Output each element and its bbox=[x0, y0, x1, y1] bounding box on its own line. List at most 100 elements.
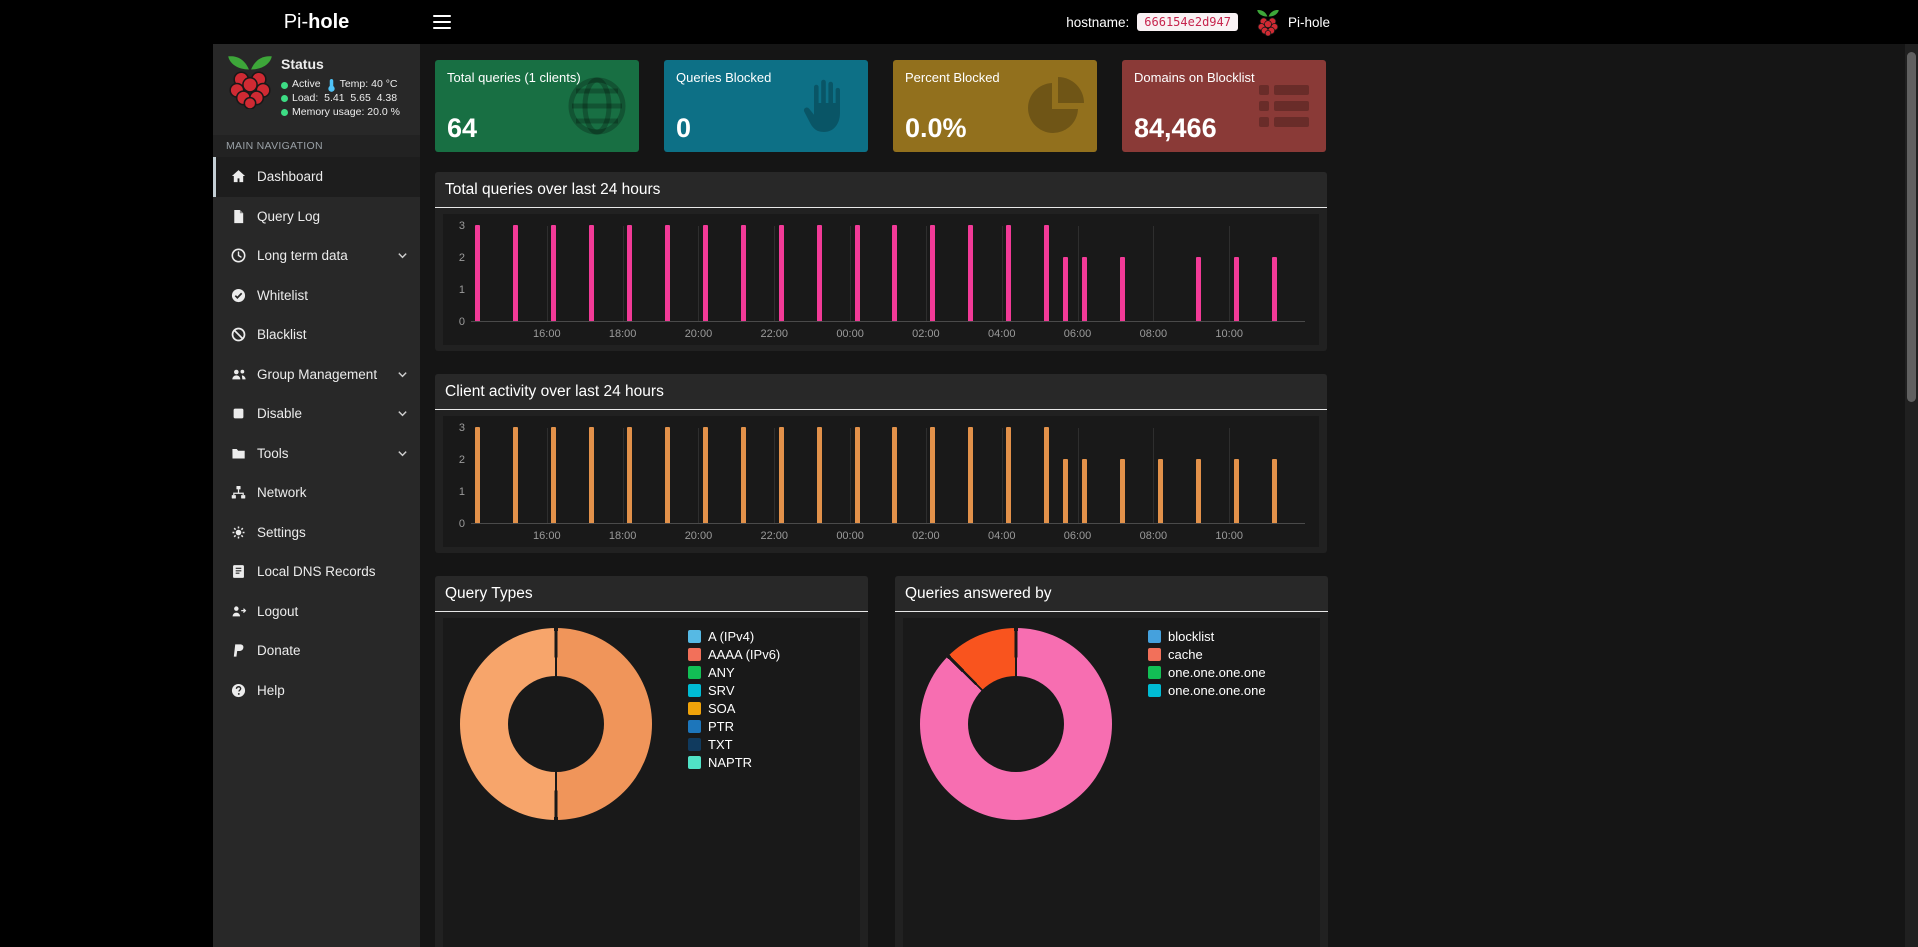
sidebar-item-disable[interactable]: Disable bbox=[213, 394, 420, 434]
bar bbox=[1196, 257, 1201, 321]
legend-swatch bbox=[688, 648, 701, 661]
bar bbox=[1044, 427, 1049, 523]
stat-card-queries-blocked[interactable]: Queries Blocked0 bbox=[664, 60, 868, 152]
stat-card-label: Percent Blocked bbox=[905, 70, 1000, 85]
bar bbox=[627, 225, 632, 321]
sidebar-toggle-button[interactable] bbox=[433, 15, 451, 29]
gears-icon bbox=[231, 525, 247, 540]
y-tick-label: 2 bbox=[443, 252, 465, 264]
legend-item-one-one-one-one[interactable]: one.one.one.one bbox=[1148, 666, 1266, 679]
bar bbox=[551, 225, 556, 321]
sidebar-item-label: Donate bbox=[257, 643, 301, 658]
scrollbar-thumb[interactable] bbox=[1907, 52, 1916, 402]
app-name-link[interactable]: Pi-hole bbox=[1288, 15, 1330, 30]
stat-card-value: 84,466 bbox=[1134, 113, 1217, 144]
sidebar-item-network[interactable]: Network bbox=[213, 473, 420, 513]
thermometer-icon bbox=[327, 78, 336, 92]
legend-item-a-ipv4[interactable]: A (IPv4) bbox=[688, 630, 780, 643]
bar bbox=[513, 225, 518, 321]
legend-item-txt[interactable]: TXT bbox=[688, 738, 780, 751]
queries-answered-by-donut[interactable] bbox=[920, 628, 1112, 820]
stop-icon bbox=[231, 406, 247, 421]
x-tick-label: 02:00 bbox=[912, 530, 940, 542]
sidebar-item-group-management[interactable]: Group Management bbox=[213, 355, 420, 395]
legend-swatch bbox=[1148, 684, 1161, 697]
sidebar-item-blacklist[interactable]: Blacklist bbox=[213, 315, 420, 355]
status-load-dot-icon bbox=[281, 95, 288, 102]
bar bbox=[817, 427, 822, 523]
scrollbar-track[interactable] bbox=[1905, 44, 1918, 947]
stat-card-value: 64 bbox=[447, 113, 477, 144]
check-circle-icon bbox=[231, 288, 247, 303]
bar bbox=[1063, 459, 1068, 523]
gridline bbox=[926, 226, 927, 321]
sidebar-item-label: Disable bbox=[257, 406, 302, 421]
folder-icon bbox=[231, 446, 247, 461]
gridline bbox=[547, 428, 548, 523]
sidebar-item-settings[interactable]: Settings bbox=[213, 513, 420, 553]
x-tick-label: 08:00 bbox=[1140, 530, 1168, 542]
bar bbox=[855, 427, 860, 523]
gridline bbox=[1229, 226, 1230, 321]
bar bbox=[817, 225, 822, 321]
sidebar-item-local-dns-records[interactable]: Local DNS Records bbox=[213, 552, 420, 592]
x-tick-label: 16:00 bbox=[533, 328, 561, 340]
status-info: Status Active Temp: 40 °C Load: 5.41 5.6… bbox=[281, 54, 400, 129]
nav-section-label: MAIN NAVIGATION bbox=[213, 135, 420, 157]
sidebar-item-dashboard[interactable]: Dashboard bbox=[213, 157, 420, 197]
sidebar-item-query-log[interactable]: Query Log bbox=[213, 197, 420, 237]
sidebar-item-label: Dashboard bbox=[257, 169, 323, 184]
sidebar-item-help[interactable]: Help bbox=[213, 671, 420, 711]
status-load-label: Load: 5.41 5.65 4.38 bbox=[292, 92, 397, 106]
gridline bbox=[850, 226, 851, 321]
total-queries-chart[interactable]: 16:0018:0020:0022:0000:0002:0004:0006:00… bbox=[443, 214, 1319, 345]
x-tick-label: 18:00 bbox=[609, 530, 637, 542]
sidebar-item-whitelist[interactable]: Whitelist bbox=[213, 276, 420, 316]
stat-card-value: 0.0% bbox=[905, 113, 967, 144]
stat-card-total-queries-1-clients[interactable]: Total queries (1 clients)64 bbox=[435, 60, 639, 152]
gridline bbox=[623, 428, 624, 523]
bar bbox=[741, 225, 746, 321]
y-tick-label: 0 bbox=[443, 316, 465, 328]
sidebar-item-label: Settings bbox=[257, 525, 306, 540]
bar bbox=[513, 427, 518, 523]
legend-item-any[interactable]: ANY bbox=[688, 666, 780, 679]
legend-item-aaaa-ipv6[interactable]: AAAA (IPv6) bbox=[688, 648, 780, 661]
legend-swatch bbox=[1148, 648, 1161, 661]
sidebar-item-long-term-data[interactable]: Long term data bbox=[213, 236, 420, 276]
sidebar-item-tools[interactable]: Tools bbox=[213, 434, 420, 474]
sidebar-item-logout[interactable]: Logout bbox=[213, 592, 420, 632]
client-activity-chart[interactable]: 16:0018:0020:0022:0000:0002:0004:0006:00… bbox=[443, 416, 1319, 547]
legend-item-one-one-one-one[interactable]: one.one.one.one bbox=[1148, 684, 1266, 697]
chevron-down-icon bbox=[397, 448, 408, 459]
legend-item-cache[interactable]: cache bbox=[1148, 648, 1266, 661]
query-types-donut[interactable] bbox=[460, 628, 652, 820]
client-activity-panel: Client activity over last 24 hours 16:00… bbox=[435, 374, 1327, 553]
sidebar-item-label: Logout bbox=[257, 604, 298, 619]
bar bbox=[1006, 225, 1011, 321]
sidebar: Status Active Temp: 40 °C Load: 5.41 5.6… bbox=[213, 44, 420, 947]
sidebar-item-label: Tools bbox=[257, 446, 289, 461]
bar bbox=[1196, 459, 1201, 523]
y-tick-label: 3 bbox=[443, 422, 465, 434]
brand-link[interactable]: Pi-hole bbox=[213, 0, 420, 44]
sidebar-item-donate[interactable]: Donate bbox=[213, 631, 420, 671]
legend-item-srv[interactable]: SRV bbox=[688, 684, 780, 697]
address-book-icon bbox=[231, 564, 247, 579]
x-tick-label: 20:00 bbox=[685, 530, 713, 542]
y-tick-label: 2 bbox=[443, 454, 465, 466]
status-active-label: Active bbox=[292, 78, 321, 92]
bar bbox=[892, 427, 897, 523]
donut-hole bbox=[968, 676, 1064, 772]
stat-card-percent-blocked[interactable]: Percent Blocked 0.0% bbox=[893, 60, 1097, 152]
legend-swatch bbox=[688, 666, 701, 679]
stat-card-domains-on-blocklist[interactable]: Domains on Blocklist84,466 bbox=[1122, 60, 1326, 152]
legend-item-blocklist[interactable]: blocklist bbox=[1148, 630, 1266, 643]
legend-item-naptr[interactable]: NAPTR bbox=[688, 756, 780, 769]
legend-item-ptr[interactable]: PTR bbox=[688, 720, 780, 733]
bar bbox=[1234, 459, 1239, 523]
sidebar-item-label: Long term data bbox=[257, 248, 348, 263]
x-tick-label: 16:00 bbox=[533, 530, 561, 542]
legend-item-soa[interactable]: SOA bbox=[688, 702, 780, 715]
hamburger-bar bbox=[433, 27, 451, 29]
